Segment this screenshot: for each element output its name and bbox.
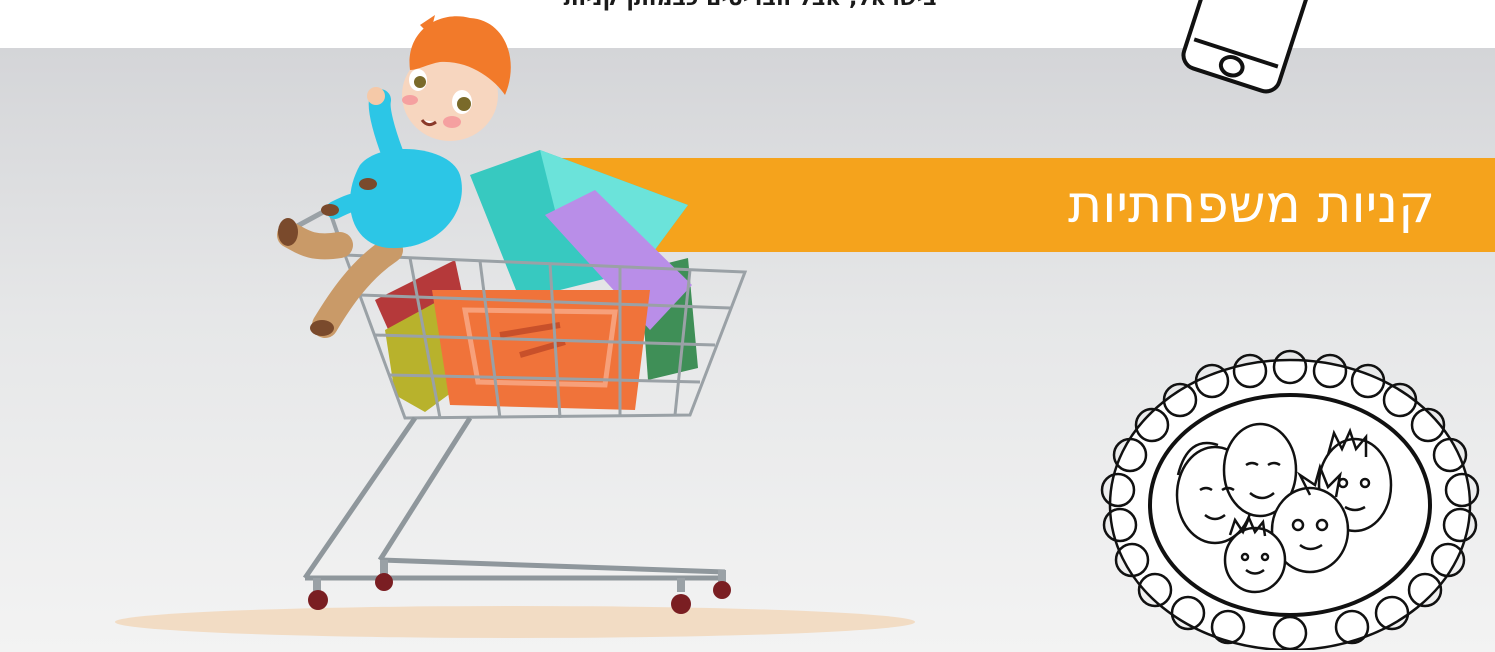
- floor-shadow: [115, 606, 915, 638]
- cart-frame: [302, 416, 726, 581]
- family-portrait-logo: [1100, 349, 1480, 650]
